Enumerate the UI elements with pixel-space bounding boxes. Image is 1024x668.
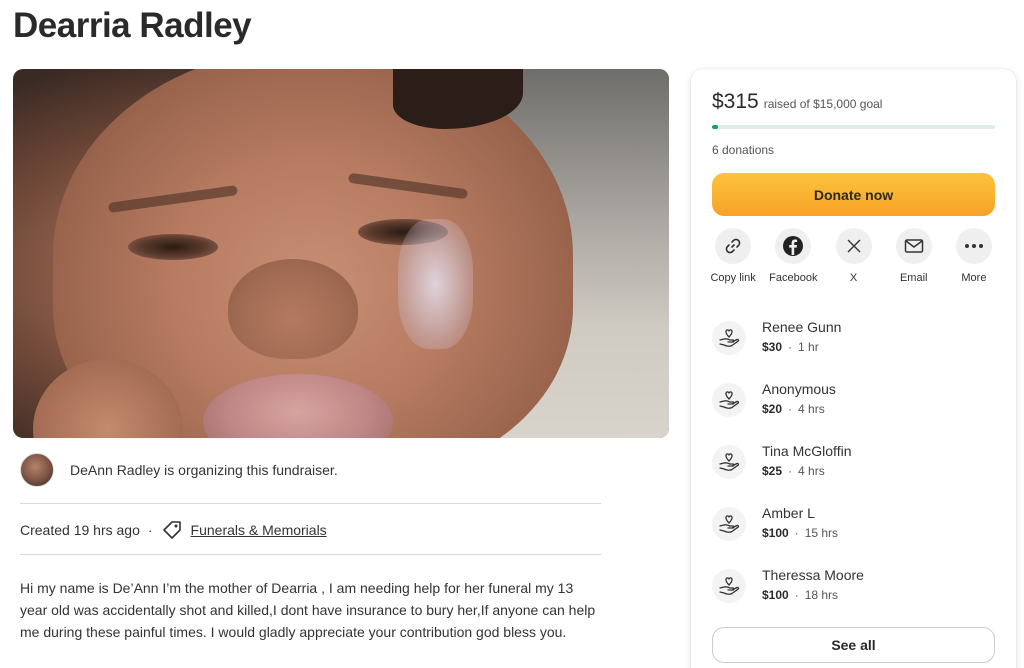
heart-hand-icon	[712, 321, 746, 355]
donor-name: Amber L	[762, 505, 815, 521]
donor-amount: $100	[762, 588, 789, 602]
progress-bar	[712, 125, 995, 129]
donor-amount: $25	[762, 464, 783, 478]
page-title: Dearria Radley	[13, 6, 252, 45]
donor-item: Theressa Moore $100 · 18 hrs	[712, 567, 995, 629]
raised-goal: raised of $15,000 goal	[763, 97, 883, 111]
heart-hand-icon	[712, 569, 746, 603]
story-text: Hi my name is De’Ann I’m the mother of D…	[20, 580, 596, 640]
see-all-button[interactable]: See all	[712, 627, 995, 663]
heart-hand-icon	[712, 383, 746, 417]
share-email[interactable]: Email	[884, 228, 944, 285]
donor-time: 1 hr	[798, 340, 819, 354]
progress-fill	[712, 125, 718, 129]
share-more[interactable]: More	[944, 228, 1004, 285]
share-label: Email	[899, 272, 928, 284]
donor-amount: $30	[762, 340, 783, 354]
divider	[20, 503, 601, 504]
donor-list: Renee Gunn $30 · 1 hr Anonymous $20 · 4 hrs …	[712, 319, 995, 629]
share-row: Copy link Facebook X Email More	[703, 228, 1004, 285]
donor-name: Anonymous	[762, 381, 836, 397]
avatar[interactable]	[20, 453, 54, 487]
link-icon[interactable]	[715, 228, 752, 264]
donor-time: 15 hrs	[804, 526, 839, 540]
donation-card: $315 raised of $15,000 goal 6 donations …	[691, 69, 1016, 668]
created-time: Created 19 hrs ago	[20, 522, 140, 538]
heart-hand-icon	[712, 507, 746, 541]
organizer-text: DeAnn Radley is organizing this fundrais…	[70, 462, 338, 478]
donor-time: 4 hrs	[798, 464, 825, 478]
divider	[20, 554, 601, 555]
donor-item: Renee Gunn $30 · 1 hr	[712, 319, 995, 381]
campaign-photo	[13, 69, 669, 438]
donor-name: Renee Gunn	[762, 319, 842, 335]
share-copy-link[interactable]: Copy link	[703, 228, 763, 285]
donor-amount: $20	[762, 402, 783, 416]
category-link[interactable]: Funerals & Memorials	[191, 522, 327, 538]
raised-amount: $315	[712, 90, 759, 113]
heart-hand-icon	[712, 445, 746, 479]
donor-item: Tina McGloffin $25 · 4 hrs	[712, 443, 995, 505]
separator-dot: ·	[147, 522, 153, 538]
donor-item: Amber L $100 · 15 hrs	[712, 505, 995, 567]
more-icon[interactable]	[955, 228, 992, 264]
raised-summary: $315 raised of $15,000 goal	[712, 90, 882, 114]
donor-name: Tina McGloffin	[762, 443, 852, 459]
donor-item: Anonymous $20 · 4 hrs	[712, 381, 995, 443]
donate-now-button[interactable]: Donate now	[712, 173, 995, 216]
share-label: Copy link	[710, 272, 756, 284]
facebook-icon[interactable]	[775, 228, 812, 264]
donor-name: Theressa Moore	[762, 567, 864, 583]
share-x[interactable]: X	[823, 228, 883, 285]
share-facebook[interactable]: Facebook	[763, 228, 823, 285]
campaign-meta: Created 19 hrs ago · Funerals & Memorial…	[20, 519, 327, 541]
share-label: Facebook	[769, 272, 818, 284]
organizer-row: DeAnn Radley is organizing this fundrais…	[20, 453, 338, 487]
tag-icon	[161, 519, 183, 541]
share-label: X	[849, 272, 858, 284]
email-icon[interactable]	[895, 228, 932, 264]
donor-amount: $100	[762, 526, 789, 540]
donor-time: 18 hrs	[804, 588, 839, 602]
share-label: More	[961, 272, 987, 284]
donor-time: 4 hrs	[798, 402, 825, 416]
x-icon[interactable]	[835, 228, 872, 264]
donations-count: 6 donations	[712, 143, 775, 157]
